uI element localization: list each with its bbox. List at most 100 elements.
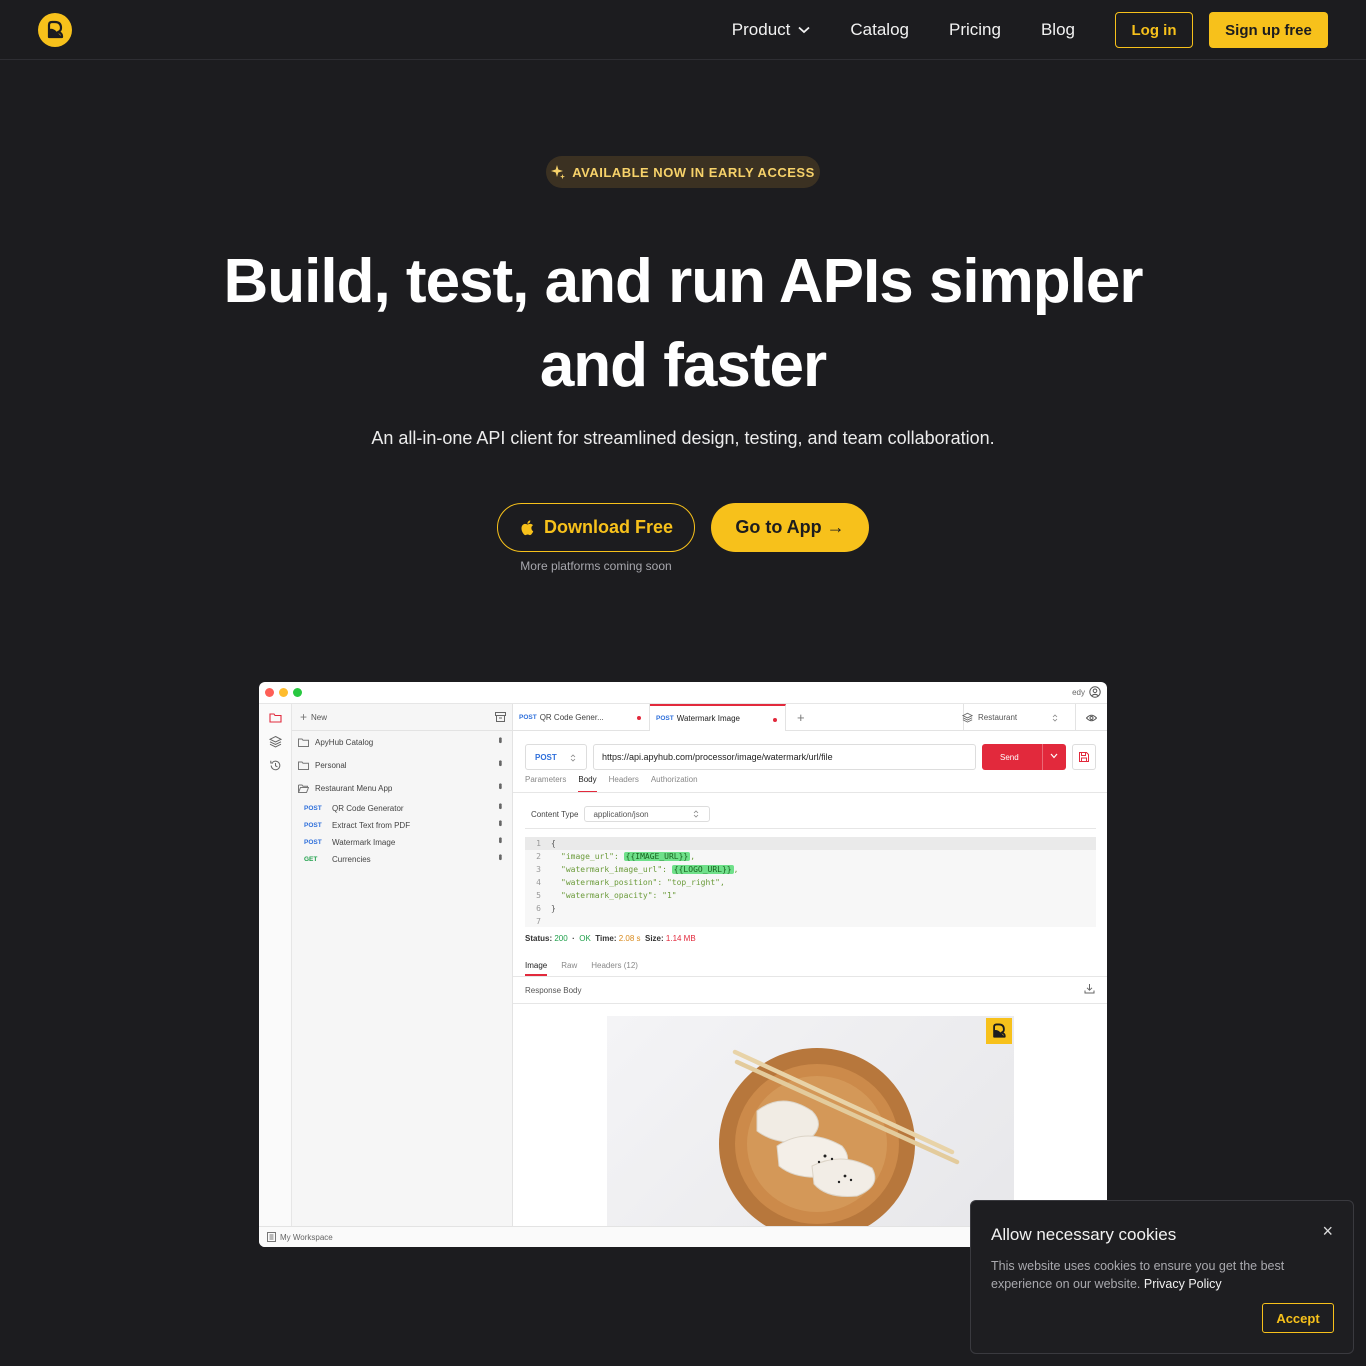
top-navigation: Product Catalog Pricing Blog Log in Sign… xyxy=(0,0,1366,60)
status-text: OK xyxy=(579,934,591,943)
nav-links: Product Catalog Pricing Blog Log in Sign… xyxy=(732,12,1328,48)
environment-selector[interactable]: Restaurant xyxy=(962,704,1075,731)
hero-subtitle: An all-in-one API client for streamlined… xyxy=(371,428,995,448)
app-preview-window: edy + New ApyHub Catalog ••• Personal ••… xyxy=(259,682,1107,1247)
user-menu[interactable]: edy xyxy=(1072,686,1101,698)
divider xyxy=(513,1003,1107,1004)
sidebar-folder-personal[interactable]: Personal ••• xyxy=(292,754,512,777)
request-item-extract-text[interactable]: POST Extract Text from PDF ••• xyxy=(292,817,512,834)
more-options-icon[interactable]: ••• xyxy=(494,737,505,742)
line-number: 5 xyxy=(536,891,541,900)
sidebar-folder-apyhub-catalog[interactable]: ApyHub Catalog ••• xyxy=(292,731,512,754)
user-icon xyxy=(1089,686,1101,698)
hero-title-line1: Build, test, and run APIs simpler xyxy=(223,247,1144,316)
download-label: Download Free xyxy=(543,517,673,537)
send-button[interactable]: Send xyxy=(982,744,1066,770)
tab-response-headers[interactable]: Headers (12) xyxy=(591,961,638,976)
content-type-label: Content Type xyxy=(531,809,579,819)
tab-label: QR Code Gener... xyxy=(539,713,604,722)
user-name: edy xyxy=(1072,687,1085,697)
code-line: 2 "image_url": {{IMAGE_URL}}, xyxy=(525,850,1096,863)
chevron-down-icon[interactable] xyxy=(1050,753,1058,759)
method-badge: POST xyxy=(304,805,322,812)
nav-pricing[interactable]: Pricing xyxy=(949,20,1001,40)
request-item-qr-code[interactable]: POST QR Code Generator ••• xyxy=(292,800,512,817)
tab-authorization[interactable]: Authorization xyxy=(651,775,698,793)
folder-icon xyxy=(298,738,309,747)
method-select[interactable]: POST xyxy=(525,744,587,770)
divider xyxy=(525,828,1096,829)
request-name: Watermark Image xyxy=(332,838,396,847)
cookie-text: This website uses cookies to ensure you … xyxy=(991,1259,1285,1291)
tab-parameters[interactable]: Parameters xyxy=(525,775,566,793)
response-tabs: Image Raw Headers (12) xyxy=(525,961,652,976)
content-type-select[interactable]: application/json xyxy=(584,806,711,822)
request-item-watermark-image[interactable]: POST Watermark Image ••• xyxy=(292,834,512,851)
more-options-icon[interactable]: ••• xyxy=(494,760,505,765)
privacy-policy-link[interactable]: Privacy Policy xyxy=(1144,1277,1222,1291)
new-tab-plus-icon[interactable]: + xyxy=(797,710,805,725)
login-button[interactable]: Log in xyxy=(1115,12,1193,48)
code-line: 6 } xyxy=(525,902,1096,915)
more-options-icon[interactable]: ••• xyxy=(494,854,505,859)
nav-catalog[interactable]: Catalog xyxy=(850,20,909,40)
url-bar: POST https://api.apyhub.com/processor/im… xyxy=(525,744,1097,770)
request-name: Currencies xyxy=(332,855,371,864)
watermark-logo-icon xyxy=(986,1018,1012,1044)
code-line: 1 { xyxy=(525,837,1096,850)
badge-text: AVAILABLE NOW IN EARLY ACCESS xyxy=(572,164,815,180)
more-options-icon[interactable]: ••• xyxy=(494,820,505,825)
history-icon[interactable] xyxy=(269,759,282,772)
line-number: 3 xyxy=(536,865,541,874)
download-free-button[interactable]: Download Free xyxy=(497,503,695,552)
response-image-dumplings xyxy=(607,1016,1014,1226)
download-icon[interactable] xyxy=(1084,983,1095,994)
environments-layers-icon[interactable] xyxy=(269,735,282,748)
tab-label: Watermark Image xyxy=(676,714,740,723)
more-options-icon[interactable]: ••• xyxy=(494,803,505,808)
collections-folder-icon[interactable] xyxy=(269,711,282,724)
archive-icon[interactable] xyxy=(495,712,506,722)
apyhub-logo-icon[interactable] xyxy=(38,13,72,47)
eye-icon[interactable] xyxy=(1075,704,1107,731)
json-body-editor[interactable]: 1 { 2 "image_url": {{IMAGE_URL}}, 3 "wat… xyxy=(525,837,1096,927)
sidebar-header: + New xyxy=(292,704,512,731)
nav-blog[interactable]: Blog xyxy=(1041,20,1075,40)
request-editor: POST QR Code Gener... POST Watermark Ima… xyxy=(513,704,1107,1226)
tab-watermark-image[interactable]: POST Watermark Image xyxy=(650,704,786,731)
tab-method: POST xyxy=(656,715,674,722)
accept-cookies-button[interactable]: Accept xyxy=(1262,1303,1334,1333)
status-label: Status: xyxy=(525,934,553,943)
signup-button[interactable]: Sign up free xyxy=(1209,12,1328,48)
tab-raw[interactable]: Raw xyxy=(561,961,577,976)
early-access-badge: AVAILABLE NOW IN EARLY ACCESS xyxy=(546,156,820,188)
nav-product-label: Product xyxy=(731,20,791,39)
code-line: 7 xyxy=(525,915,1096,928)
code-value: "top_right" xyxy=(666,878,720,887)
save-icon[interactable] xyxy=(1072,744,1096,770)
sidebar-folder-restaurant-menu-app[interactable]: Restaurant Menu App ••• xyxy=(292,777,512,800)
url-input[interactable]: https://api.apyhub.com/processor/image/w… xyxy=(593,744,976,770)
folder-label: ApyHub Catalog xyxy=(315,738,374,747)
tab-qr-code[interactable]: POST QR Code Gener... xyxy=(513,704,650,731)
tab-headers[interactable]: Headers xyxy=(609,775,639,793)
window-minimize-dot xyxy=(279,688,288,697)
new-button[interactable]: New xyxy=(311,713,327,722)
plus-icon[interactable]: + xyxy=(300,710,307,724)
tab-image[interactable]: Image xyxy=(525,961,548,976)
more-options-icon[interactable]: ••• xyxy=(494,783,505,788)
sparkles-icon xyxy=(551,165,566,180)
window-titlebar: edy xyxy=(259,682,1107,704)
method-value: POST xyxy=(535,752,557,762)
nav-product[interactable]: Product xyxy=(732,20,811,40)
code-key: "watermark_position" xyxy=(561,878,658,887)
folder-label: Restaurant Menu App xyxy=(315,784,393,793)
go-to-app-button[interactable]: Go to App → xyxy=(711,503,869,552)
hero-title-line2: and faster xyxy=(539,331,827,400)
tab-body[interactable]: Body xyxy=(578,775,597,793)
more-options-icon[interactable]: ••• xyxy=(494,837,505,842)
code-line: 5 "watermark_opacity": "1" xyxy=(525,889,1096,902)
code-variable: {{LOGO_URL}} xyxy=(671,865,734,874)
close-icon[interactable]: × xyxy=(1322,1221,1333,1242)
request-item-currencies[interactable]: GET Currencies ••• xyxy=(292,851,512,868)
